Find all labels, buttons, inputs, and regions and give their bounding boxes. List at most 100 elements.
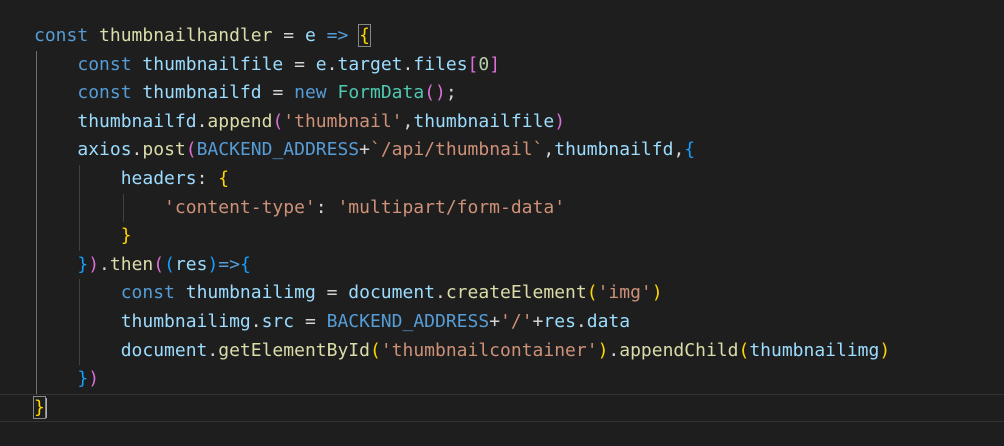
code-token: thumbnailhandler — [99, 25, 273, 46]
code-token: const — [120, 282, 175, 304]
code-token: + — [532, 310, 544, 332]
code-line[interactable]: }) — [34, 365, 1004, 394]
code-line[interactable]: const thumbnailhandler = e => { — [34, 22, 1004, 51]
code-line[interactable]: const thumbnailfile = e.target.files[0] — [34, 51, 1004, 80]
code-token: { — [358, 24, 371, 47]
code-token: e — [304, 25, 316, 46]
code-line[interactable]: thumbnailimg.src = BACKEND_ADDRESS+'/'+r… — [34, 308, 1004, 337]
code-token: : — [315, 196, 338, 218]
code-token: , — [673, 139, 685, 161]
code-token: thumbnailimg — [120, 310, 251, 332]
code-token: 0 — [478, 53, 490, 75]
code-token: ) — [88, 368, 100, 390]
code-token: ( — [586, 282, 598, 304]
code-token: thumbnailfd — [77, 110, 197, 132]
code-token: } — [77, 368, 89, 390]
code-token: ( — [369, 339, 381, 361]
code-token: e — [315, 53, 327, 75]
code-line[interactable]: const thumbnailimg = document.createElem… — [34, 279, 1004, 308]
code-token: `/api/thumbnail` — [370, 139, 544, 161]
code-token: axios — [77, 139, 132, 161]
code-token: => — [218, 253, 240, 275]
code-token: target — [337, 53, 403, 75]
code-token: thumbnailfile — [142, 53, 284, 75]
code-line[interactable]: 'content-type': 'multipart/form-data' — [34, 194, 1004, 223]
code-line[interactable]: document.getElementById('thumbnailcontai… — [34, 337, 1004, 366]
code-token: ( — [153, 253, 165, 275]
code-line[interactable]: axios.post(BACKEND_ADDRESS+`/api/thumbna… — [34, 136, 1004, 165]
code-token: 'content-type' — [164, 196, 316, 218]
code-token: res — [174, 253, 208, 275]
code-token: document — [120, 339, 208, 361]
code-token: data — [586, 310, 631, 332]
code-token: ( — [738, 339, 750, 361]
code-line[interactable]: headers: { — [34, 165, 1004, 194]
code-line[interactable]: } — [0, 393, 1004, 423]
code-token: 'thumbnail' — [283, 110, 403, 132]
code-token: . — [326, 53, 338, 75]
code-token: src — [261, 310, 295, 332]
code-token: . — [435, 282, 446, 304]
code-token: + — [359, 139, 370, 161]
code-token: ) — [879, 339, 891, 361]
code-token: res — [543, 310, 576, 332]
code-token: } — [120, 225, 132, 247]
code-token: appendChild — [619, 339, 739, 361]
code-token: ) — [207, 253, 219, 275]
code-token: { — [239, 253, 251, 275]
code-line[interactable]: }).then((res)=>{ — [34, 251, 1004, 280]
code-token: const — [77, 82, 132, 104]
code-token: headers — [120, 167, 197, 189]
code-token: thumbnailimg — [185, 282, 316, 304]
code-line[interactable]: } — [34, 222, 1004, 251]
code-editor[interactable]: const thumbnailhandler = e => { const th… — [0, 0, 1004, 446]
code-token: . — [196, 110, 208, 132]
code-token: . — [207, 339, 219, 361]
code-token: . — [99, 253, 110, 275]
code-token: BACKEND_ADDRESS — [196, 139, 360, 161]
code-token: files — [413, 53, 468, 75]
code-token: = — [261, 82, 295, 104]
code-token: '/' — [500, 310, 533, 332]
code-token: thumbnailimg — [749, 339, 880, 361]
code-token: . — [250, 310, 262, 332]
code-token: = — [315, 282, 349, 304]
code-token: + — [489, 310, 501, 332]
code-token: thumbnailfile — [413, 110, 555, 132]
code-token: . — [575, 310, 587, 332]
code-token: ( — [272, 110, 284, 132]
code-token: [ — [467, 53, 479, 75]
code-area[interactable]: const thumbnailhandler = e => { const th… — [0, 22, 1004, 423]
code-token: { — [218, 167, 230, 189]
code-line[interactable]: thumbnailfd.append('thumbnail',thumbnail… — [34, 108, 1004, 137]
code-token: , — [543, 139, 555, 161]
code-token: ] — [489, 53, 501, 75]
code-token: } — [33, 395, 46, 419]
code-token: BACKEND_ADDRESS — [326, 310, 490, 332]
code-line[interactable]: const thumbnailfd = new FormData(); — [34, 79, 1004, 108]
code-token: ) — [88, 253, 100, 275]
code-token: 'thumbnailcontainer' — [380, 339, 598, 361]
code-token: . — [131, 139, 143, 161]
code-token: const — [77, 53, 132, 75]
code-token: ; — [445, 82, 457, 104]
code-token: const — [34, 25, 89, 46]
code-token: ) — [554, 110, 566, 132]
code-token: } — [77, 253, 89, 275]
code-token: then — [109, 253, 154, 275]
